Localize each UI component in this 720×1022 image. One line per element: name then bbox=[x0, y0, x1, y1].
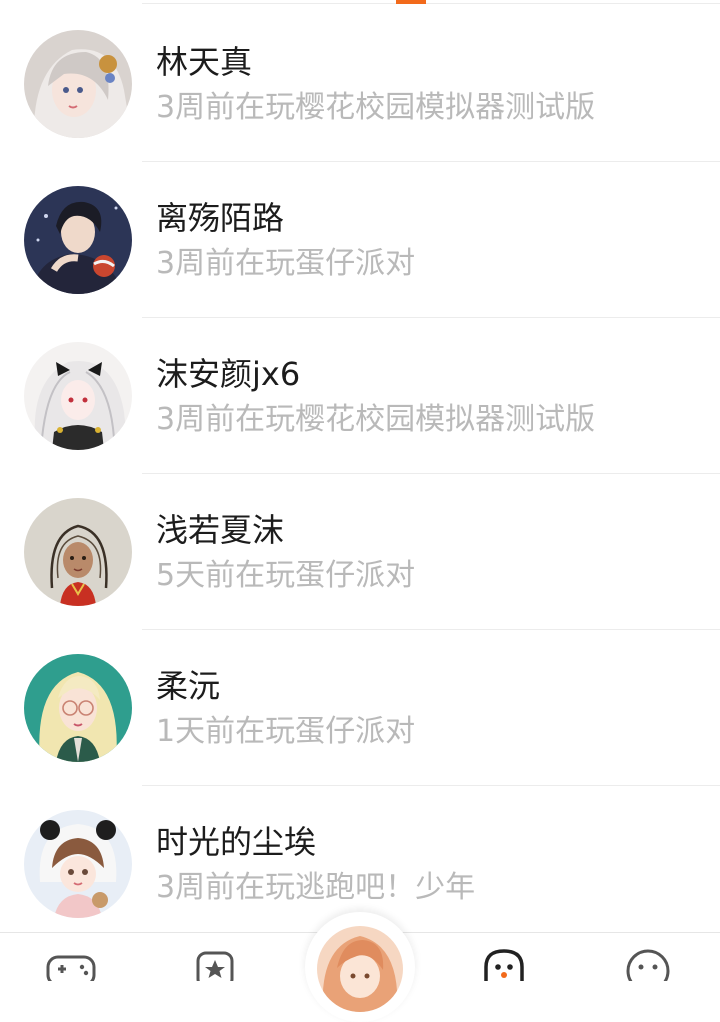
friend-name: 林天真 bbox=[156, 43, 253, 81]
friend-avatar[interactable] bbox=[24, 30, 132, 138]
friend-list: 林天真 3周前在玩樱花校园模拟器测试版 离殇陌路 3周前在玩蛋仔派对 沫安颜jx… bbox=[0, 6, 720, 942]
tab-friends[interactable] bbox=[482, 947, 542, 981]
friend-name: 浅若夏沫 bbox=[156, 511, 285, 549]
friend-name: 离殇陌路 bbox=[156, 199, 285, 237]
friend-status: 3周前在玩逃跑吧！少年 bbox=[156, 870, 476, 905]
friend-status: 1天前在玩蛋仔派对 bbox=[156, 714, 416, 749]
friend-avatar[interactable] bbox=[24, 810, 132, 918]
tab-favorites[interactable] bbox=[194, 947, 254, 981]
friend-status: 3周前在玩樱花校园模拟器测试版 bbox=[156, 402, 596, 437]
tab-messages[interactable] bbox=[624, 947, 684, 981]
friend-name: 沫安颜jx6 bbox=[156, 355, 301, 393]
friend-avatar[interactable] bbox=[24, 186, 132, 294]
top-divider bbox=[142, 3, 720, 4]
ghost-icon bbox=[482, 947, 542, 981]
gamepad-icon bbox=[44, 947, 104, 981]
friend-name: 时光的尘埃 bbox=[156, 823, 317, 861]
tab-games[interactable] bbox=[44, 947, 104, 981]
tab-profile[interactable] bbox=[305, 912, 415, 1022]
friend-avatar[interactable] bbox=[24, 654, 132, 762]
friend-row[interactable]: 离殇陌路 3周前在玩蛋仔派对 bbox=[0, 162, 720, 318]
friend-avatar[interactable] bbox=[24, 342, 132, 450]
friend-row[interactable]: 沫安颜jx6 3周前在玩樱花校园模拟器测试版 bbox=[0, 318, 720, 474]
profile-avatar bbox=[317, 926, 403, 1012]
friend-avatar[interactable] bbox=[24, 498, 132, 606]
star-icon bbox=[194, 947, 254, 981]
friend-row[interactable]: 浅若夏沫 5天前在玩蛋仔派对 bbox=[0, 474, 720, 630]
top-accent-indicator bbox=[396, 0, 426, 4]
chat-icon bbox=[624, 947, 684, 981]
friend-row[interactable]: 林天真 3周前在玩樱花校园模拟器测试版 bbox=[0, 6, 720, 162]
friend-name: 柔沅 bbox=[156, 667, 221, 705]
friend-status: 3周前在玩樱花校园模拟器测试版 bbox=[156, 90, 596, 125]
friend-status: 3周前在玩蛋仔派对 bbox=[156, 246, 416, 281]
friend-row[interactable]: 柔沅 1天前在玩蛋仔派对 bbox=[0, 630, 720, 786]
friend-status: 5天前在玩蛋仔派对 bbox=[156, 558, 416, 593]
